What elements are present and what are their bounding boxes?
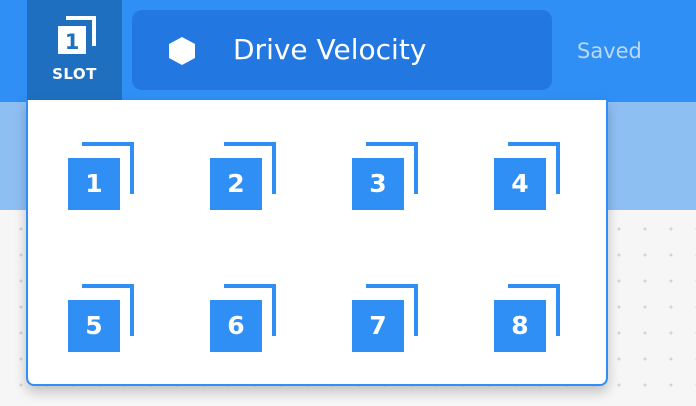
slot-number: 4	[511, 169, 529, 198]
slot-option-6[interactable]: 6	[210, 282, 280, 352]
slot-number: 5	[85, 311, 103, 340]
slot-button[interactable]: 1 SLOT	[27, 0, 122, 100]
slot-option-5[interactable]: 5	[68, 282, 138, 352]
slot-button-label: SLOT	[52, 65, 97, 83]
project-name-box[interactable]: Drive Velocity	[132, 10, 552, 90]
slot-option-8[interactable]: 8	[494, 282, 564, 352]
slot-number: 1	[85, 169, 103, 198]
slot-number: 6	[227, 311, 245, 340]
slot-option-2[interactable]: 2	[210, 140, 280, 210]
slot-option-1[interactable]: 1	[68, 140, 138, 210]
project-name[interactable]: Drive Velocity	[233, 30, 426, 70]
slot-number: 3	[369, 169, 387, 198]
slot-menu: 1 2 3 4 5 6 7 8	[26, 100, 608, 386]
slot-number: 8	[511, 311, 529, 340]
slot-icon: 1	[58, 16, 96, 54]
slot-number: 7	[369, 311, 387, 340]
save-status: Saved	[577, 39, 642, 63]
hexagon-icon	[169, 37, 195, 65]
slot-option-4[interactable]: 4	[494, 140, 564, 210]
slot-button-number: 1	[65, 30, 80, 54]
slot-option-3[interactable]: 3	[352, 140, 422, 210]
slot-option-7[interactable]: 7	[352, 282, 422, 352]
slot-number: 2	[227, 169, 245, 198]
